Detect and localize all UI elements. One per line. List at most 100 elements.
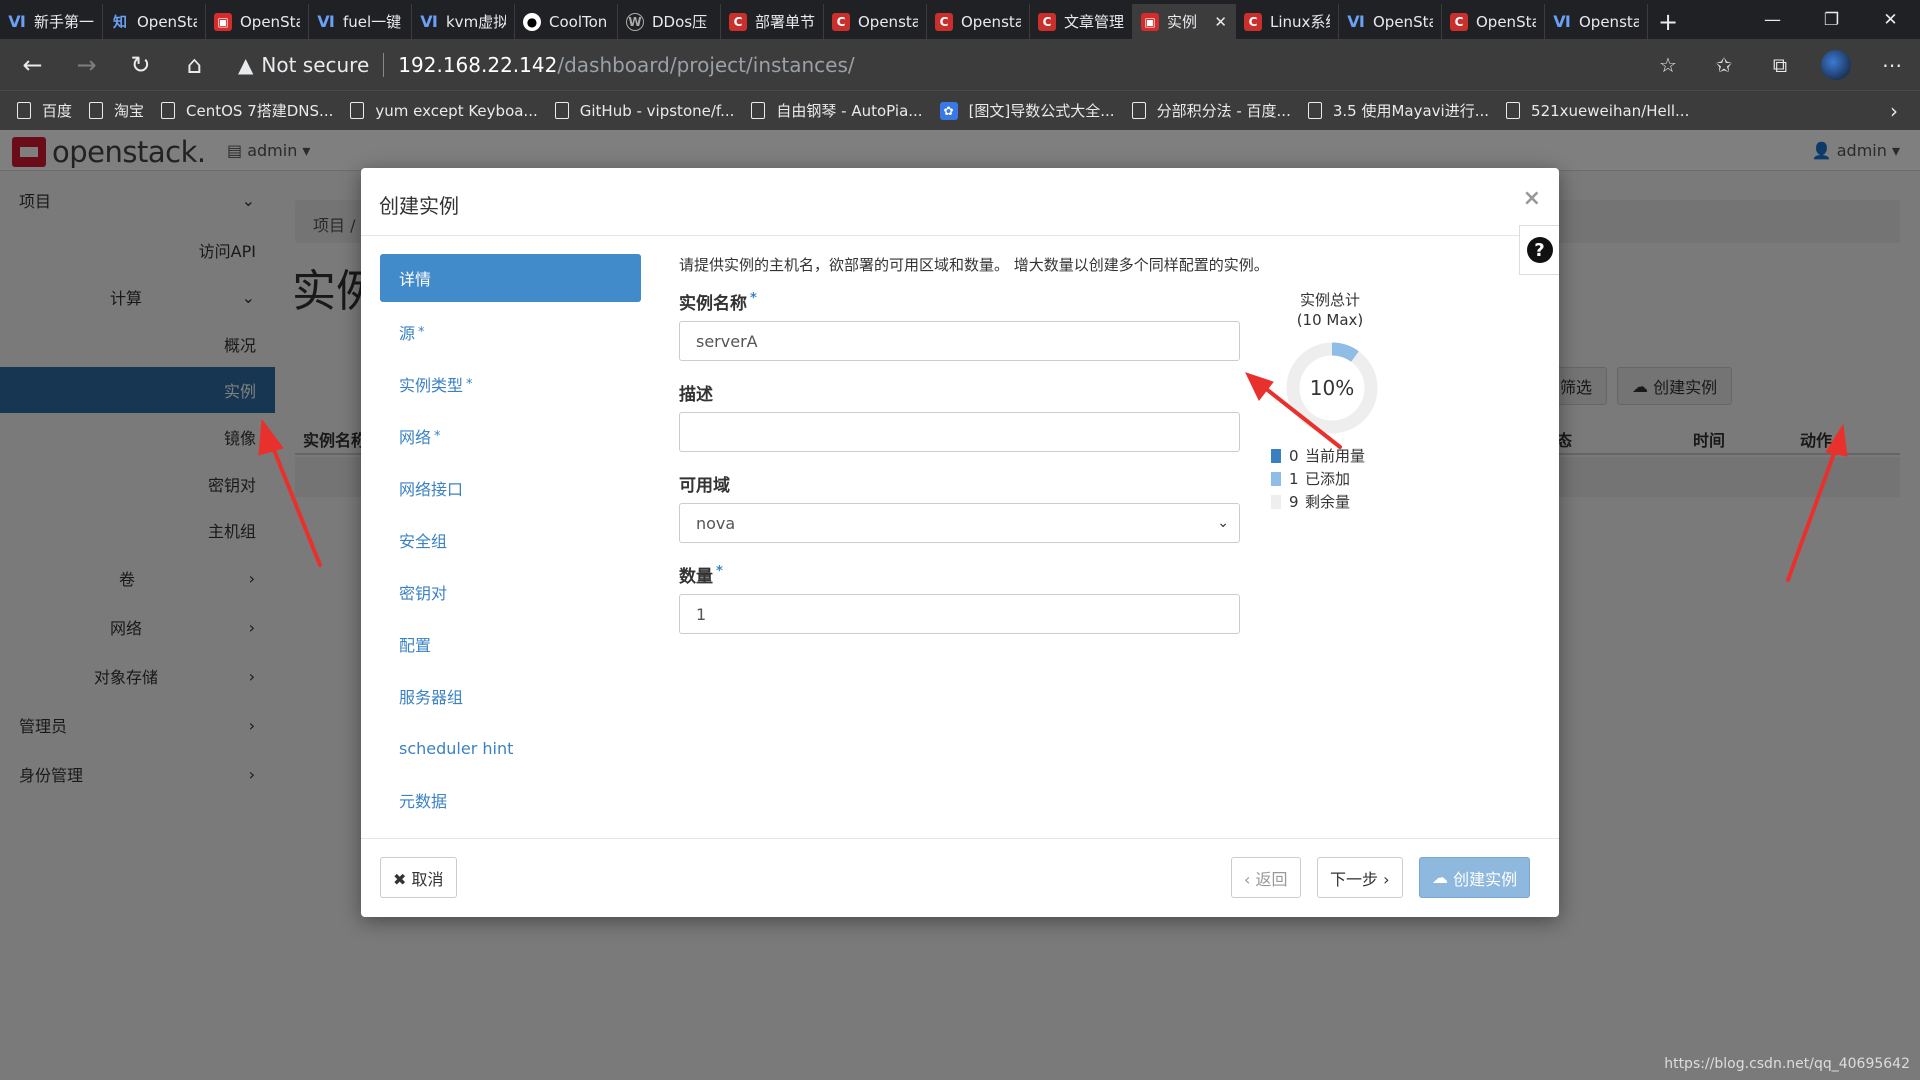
bookmark-item[interactable]: 百度 [17, 100, 72, 121]
bookmark-item[interactable]: 3.5 使用Mayavi进行... [1307, 100, 1490, 121]
bookmark-label: [图文]导数公式大全... [968, 102, 1115, 120]
launch-instance-modal: 创建实例 × ? 详情源 * 实例类型 * 网络 * 网络接口 安全组 密钥对 配置 服务器组 sch… [361, 168, 1559, 917]
browser-tab[interactable]: Ⅵkvm虚拟 [412, 4, 515, 39]
favorites-list-icon[interactable]: ✩ [1696, 53, 1752, 77]
browser-tab[interactable]: C Opensta [927, 4, 1030, 39]
legend-item: 0 当前用量 [1271, 444, 1425, 467]
minimize-icon[interactable]: — [1743, 0, 1802, 39]
close-window-icon[interactable]: ✕ [1861, 0, 1920, 39]
quota-percent: 10% [1309, 376, 1355, 400]
instance-quota-chart: 实例总计 (10 Max) 10% 0 当前用量 1 已添加 9 剩余量 [1265, 290, 1425, 513]
browser-tab[interactable]: C OpenSta [1442, 4, 1545, 39]
quota-donut: 10% [1286, 342, 1378, 434]
browser-tab-title: 实例 [1167, 13, 1198, 31]
wizard-step[interactable]: 网络接口 [380, 462, 641, 514]
restore-icon[interactable]: ❐ [1802, 0, 1861, 39]
profile-avatar[interactable] [1821, 49, 1851, 80]
wizard-step-label: 网络 [399, 428, 432, 447]
count-input[interactable]: 1 [679, 594, 1240, 634]
browser-tab[interactable]: Ⅵfuel一键 [309, 4, 412, 39]
not-secure-label[interactable]: Not secure [261, 53, 369, 77]
browser-tab[interactable]: Ⅵ OpenSta [1339, 4, 1442, 39]
close-icon[interactable]: × [1523, 186, 1541, 211]
browser-tab-title: 部署单节 [755, 13, 815, 31]
bookmark-item[interactable]: yum except Keyboa... [350, 102, 538, 120]
bookmark-label: 3.5 使用Mayavi进行... [1332, 102, 1490, 120]
url-host[interactable]: 192.168.22.142 [398, 53, 557, 77]
bookmark-item[interactable]: 淘宝 [89, 100, 144, 121]
forward-icon[interactable]: → [65, 45, 108, 85]
modal-title: 创建实例 [379, 194, 459, 218]
browser-tab[interactable]: ● CoolTon [515, 4, 618, 39]
warning-icon[interactable]: ▲ [238, 53, 253, 77]
wizard-step-label: 配置 [399, 636, 432, 655]
help-button[interactable]: ? [1519, 225, 1559, 275]
wizard-step-label: scheduler hint [399, 738, 514, 758]
next-button[interactable]: 下一步 › [1317, 857, 1403, 898]
wizard-steps: 详情源 * 实例类型 * 网络 * 网络接口 安全组 密钥对配置服务器组 scheduler hi… [380, 254, 641, 826]
wizard-step[interactable]: 服务器组 [380, 670, 641, 722]
browser-tab-title: Linux系统 [1270, 13, 1330, 31]
bookmark-item[interactable]: ✿ [图文]导数公式大全... [939, 100, 1115, 121]
wizard-step[interactable]: 实例类型 * [380, 358, 641, 410]
wizard-step[interactable]: 安全组 [380, 514, 641, 566]
favorite-star-icon[interactable]: ☆ [1640, 53, 1696, 77]
bookmark-item[interactable]: 521xueweihan/Hell... [1506, 102, 1689, 120]
legend-label: 当前用量 [1305, 447, 1366, 465]
close-tab-icon[interactable]: ✕ [1210, 13, 1227, 31]
browser-tab[interactable]: Ⅵ Opensta [1545, 4, 1648, 39]
page-icon [89, 102, 104, 119]
availability-zone-value: nova [696, 513, 736, 533]
home-icon[interactable]: ⌂ [173, 45, 216, 85]
browser-tab-title: OpenSta [1373, 12, 1433, 31]
collections-icon[interactable]: ⧉ [1752, 53, 1808, 77]
vk-icon: Ⅵ [1347, 12, 1365, 31]
browser-tab-strip: Ⅵ 新手第一知 OpenSta ▣ OpenSta Ⅵfuel一键 Ⅵkvm虚拟 ● CoolT… [0, 0, 1920, 39]
bookmark-item[interactable]: 分部积分法 - 百度... [1131, 100, 1291, 121]
wizard-step[interactable]: 网络 * [380, 410, 641, 462]
browser-tab-title: Opensta [1579, 12, 1639, 31]
browser-tab[interactable]: C 部署单节 [721, 4, 824, 39]
count-label-text: 数量 [679, 567, 713, 587]
reload-icon[interactable]: ↻ [119, 45, 162, 85]
bookmark-label: CentOS 7搭建DNS... [186, 102, 334, 120]
wizard-step[interactable]: 配置 [380, 618, 641, 670]
new-tab-icon[interactable]: + [1648, 4, 1688, 39]
url-path[interactable]: /dashboard/project/instances/ [557, 53, 854, 77]
bookmark-item[interactable]: CentOS 7搭建DNS... [161, 100, 333, 121]
browser-tab[interactable]: C Opensta [824, 4, 927, 39]
browser-tab[interactable]: Ⅵ 新手第一 [0, 4, 103, 39]
wizard-step[interactable]: 密钥对 [380, 566, 641, 618]
vk-icon: Ⅵ [420, 12, 438, 31]
back-icon[interactable]: ← [11, 45, 54, 85]
address-bar[interactable]: ▲ Not secure 192.168.22.142/dashboard/pr… [238, 47, 855, 83]
browser-tab[interactable]: ▣ 实例 ✕ [1133, 4, 1236, 39]
bookmark-item[interactable]: GitHub - vipstone/f... [554, 102, 734, 120]
back-button[interactable]: ‹ 返回 [1231, 857, 1301, 898]
github-icon: ● [523, 12, 541, 31]
cancel-button[interactable]: ✖ 取消 [380, 857, 457, 898]
openstack-icon: ▣ [1141, 12, 1159, 31]
browser-tab[interactable]: C Linux系统 [1236, 4, 1339, 39]
page-icon [1506, 102, 1521, 119]
wizard-step[interactable]: scheduler hint [380, 722, 641, 774]
browser-tab[interactable]: ▣ OpenSta [206, 4, 309, 39]
wizard-step[interactable]: 详情 [380, 254, 641, 302]
required-mark: * [716, 564, 723, 580]
availability-zone-select[interactable]: nova ⌄ [679, 503, 1240, 543]
browser-tab-title: CoolTon [549, 12, 608, 31]
count-label: 数量 * [679, 562, 1244, 587]
create-instance-button[interactable]: ☁ 创建实例 [1419, 857, 1531, 898]
more-menu-icon[interactable]: ⋯ [1864, 53, 1920, 77]
description-input[interactable] [679, 412, 1240, 452]
wizard-step[interactable]: 元数据 [380, 774, 641, 826]
bookmarks-more-icon[interactable]: › [1890, 99, 1898, 123]
legend-label: 剩余量 [1305, 493, 1351, 511]
create-instance-label: 创建实例 [1453, 869, 1518, 889]
browser-tab[interactable]: W DDos压 [618, 4, 721, 39]
wizard-step[interactable]: 源 * [380, 306, 641, 358]
browser-tab[interactable]: C 文章管理 [1030, 4, 1133, 39]
instance-name-input[interactable]: serverA [679, 321, 1240, 361]
bookmark-item[interactable]: 自由钢琴 - AutoPia... [751, 100, 923, 121]
browser-tab[interactable]: 知 OpenSta [103, 4, 206, 39]
